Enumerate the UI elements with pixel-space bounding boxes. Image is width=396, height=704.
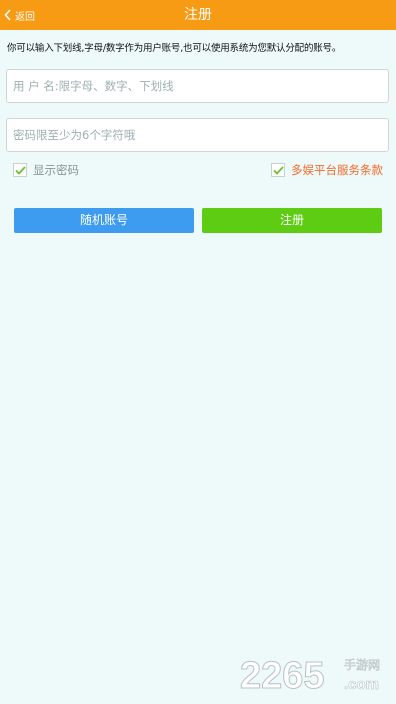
back-label: 返回	[15, 11, 35, 23]
check-icon	[272, 165, 284, 175]
show-password-checkbox[interactable]	[13, 163, 27, 177]
terms-link[interactable]: 多娱平台服务条款	[291, 162, 383, 178]
check-icon	[14, 165, 26, 175]
title-bar: 返回 注册	[0, 0, 396, 30]
terms-toggle[interactable]: 多娱平台服务条款	[271, 160, 383, 180]
password-field-container	[6, 118, 389, 152]
chevron-left-icon	[4, 9, 12, 21]
terms-checkbox[interactable]	[271, 163, 285, 177]
username-hint: 你可以输入下划线,字母/数字作为用户账号,也可以使用系统为您默认分配的账号。	[7, 43, 342, 54]
watermark-logo: 2265 手游网 .com	[240, 652, 390, 698]
password-input[interactable]	[7, 119, 388, 151]
watermark-sub2: .com	[344, 676, 379, 693]
show-password-toggle[interactable]: 显示密码	[13, 160, 79, 180]
back-button[interactable]: 返回	[4, 0, 35, 30]
username-input[interactable]	[7, 70, 388, 102]
watermark-sub1: 手游网	[344, 658, 380, 672]
watermark-brand: 2265	[240, 655, 325, 696]
random-account-button[interactable]: 随机账号	[14, 208, 194, 233]
username-field-container	[6, 69, 389, 103]
show-password-label: 显示密码	[33, 163, 79, 177]
page-title: 注册	[184, 7, 212, 23]
register-button[interactable]: 注册	[202, 208, 382, 233]
